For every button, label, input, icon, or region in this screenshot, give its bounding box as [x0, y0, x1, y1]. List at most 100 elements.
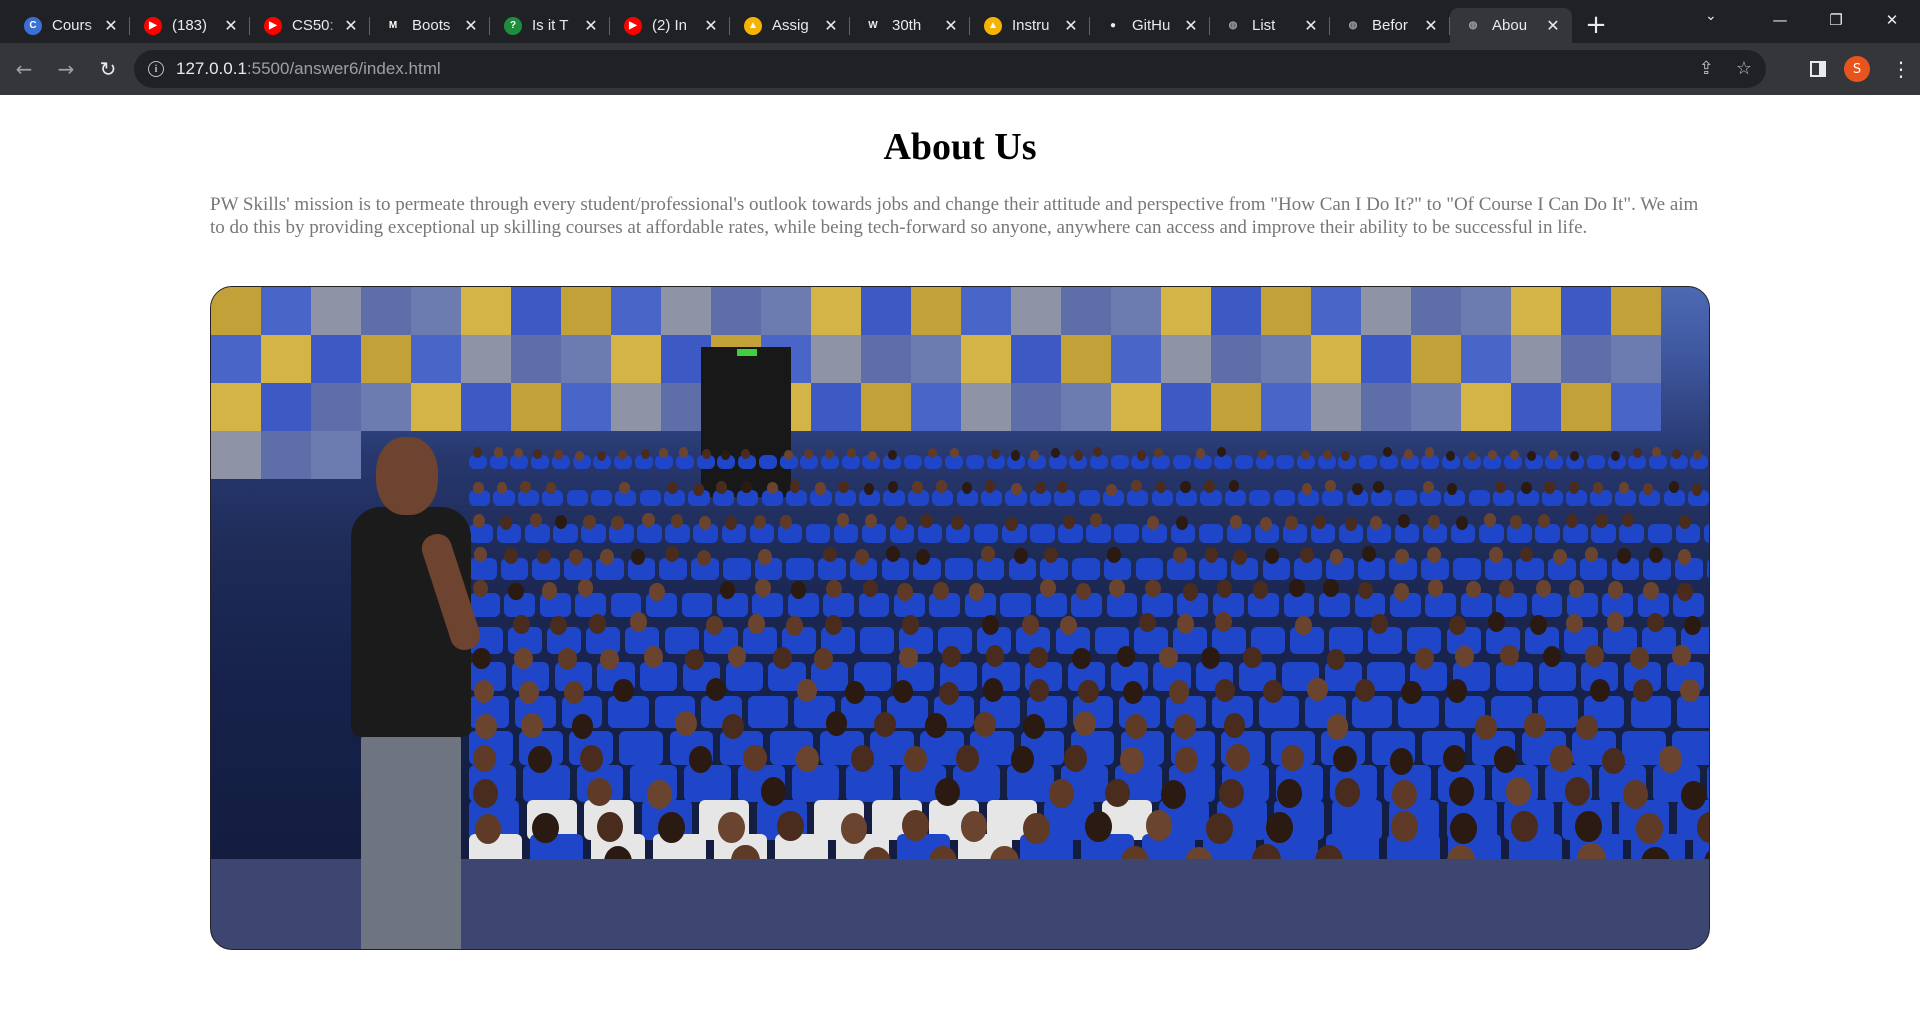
browser-tab[interactable]: ▶ CS50: ✕ [250, 8, 370, 43]
audience-head [840, 813, 868, 844]
wall-panel [961, 287, 1011, 335]
auditorium-seat [953, 765, 1001, 803]
share-icon[interactable]: ⇪ [1699, 58, 1714, 79]
audience-head [699, 515, 712, 530]
forward-arrow-icon[interactable]: → [48, 51, 84, 87]
audience-head [1216, 447, 1226, 458]
auditorium-seat [1479, 523, 1504, 544]
auditorium-seat [858, 592, 890, 618]
browser-toolbar: ← → ↻ i 127.0.0.1:5500/answer6/index.htm… [0, 43, 1920, 95]
close-window-icon[interactable]: ✕ [1864, 11, 1920, 29]
audience-head [1523, 712, 1546, 738]
site-info-icon[interactable]: i [148, 61, 164, 77]
audience-head [776, 810, 804, 842]
browser-tab[interactable]: ◍ List ✕ [1210, 8, 1330, 43]
browser-tab[interactable]: W 30th ✕ [850, 8, 970, 43]
close-tab-icon[interactable]: ✕ [222, 16, 240, 36]
tab-strip: C Cours ✕ ▶ (183) ✕ ▶ CS50: ✕ M Boots ✕? Is it T ✕ ▶ (2… [0, 0, 1920, 43]
bookmark-star-icon[interactable]: ☆ [1736, 58, 1752, 79]
audience-head [1678, 515, 1692, 530]
browser-tab[interactable]: M Boots ✕ [370, 8, 490, 43]
audience-head [984, 480, 996, 493]
browser-tab[interactable]: ? Is it T ✕ [490, 8, 610, 43]
wall-panel [1561, 287, 1611, 335]
auditorium-seat [1198, 523, 1223, 544]
browser-tab[interactable]: ● GitHu ✕ [1090, 8, 1210, 43]
audience-head [1568, 481, 1580, 494]
auditorium-seat [1586, 455, 1605, 470]
tab-title: Abou [1492, 17, 1528, 34]
close-tab-icon[interactable]: ✕ [702, 16, 720, 36]
audience-head [887, 480, 899, 493]
audience-head [1576, 714, 1598, 740]
audience-head [915, 549, 930, 566]
close-tab-icon[interactable]: ✕ [1062, 16, 1080, 36]
audience-head [644, 646, 663, 668]
audience-head [1677, 582, 1693, 601]
browser-tab[interactable]: ◍ Abou ✕ [1450, 8, 1572, 43]
close-tab-icon[interactable]: ✕ [582, 16, 600, 36]
audience-head [1622, 780, 1648, 809]
wall-panel [261, 335, 311, 383]
more-menu-icon[interactable]: ⋮ [1886, 57, 1916, 81]
audience-head [1062, 515, 1075, 530]
audience-head [600, 648, 619, 671]
browser-tab[interactable]: C Cours ✕ [10, 8, 130, 43]
close-tab-icon[interactable]: ✕ [342, 16, 360, 36]
audience-head [767, 481, 778, 494]
audience-head [1125, 713, 1148, 739]
audience-head [1299, 546, 1314, 563]
browser-tab[interactable]: ▲ Instru ✕ [970, 8, 1090, 43]
auditorium-seat [722, 558, 751, 581]
address-bar[interactable]: i 127.0.0.1:5500/answer6/index.html ⇪ ☆ [134, 50, 1766, 88]
auditorium-seat [881, 558, 910, 581]
audience-head [968, 582, 985, 601]
audience-head [1404, 449, 1413, 460]
close-tab-icon[interactable]: ✕ [1422, 16, 1440, 36]
tab-title: CS50: [292, 17, 334, 34]
audience-head [755, 579, 771, 597]
audience-head [1324, 480, 1336, 493]
browser-tab[interactable]: ▶ (2) In ✕ [610, 8, 730, 43]
reload-icon[interactable]: ↻ [90, 51, 126, 87]
side-panel-icon[interactable] [1810, 61, 1826, 77]
wall-panel [611, 335, 661, 383]
minimize-icon[interactable]: — [1752, 11, 1808, 29]
close-tab-icon[interactable]: ✕ [822, 16, 840, 36]
wall-panel [1561, 335, 1611, 383]
audience-head [786, 615, 804, 636]
close-tab-icon[interactable]: ✕ [1544, 16, 1562, 36]
wall-panel [1511, 287, 1561, 335]
audience-head [499, 515, 513, 530]
audience-head [1509, 449, 1519, 460]
audience-head [936, 480, 948, 493]
close-tab-icon[interactable]: ✕ [1302, 16, 1320, 36]
audience-head [790, 581, 807, 599]
restore-icon[interactable]: ❐ [1808, 11, 1864, 29]
close-tab-icon[interactable]: ✕ [1182, 16, 1200, 36]
back-arrow-icon[interactable]: ← [6, 51, 42, 87]
auditorium-seat [945, 558, 973, 581]
audience-head [897, 582, 913, 601]
audience-head [1138, 612, 1156, 633]
new-tab-plus-icon[interactable]: + [1578, 7, 1614, 43]
browser-tab[interactable]: ▶ (183) ✕ [130, 8, 250, 43]
wikipedia-icon: W [868, 20, 878, 31]
wall-panel [711, 287, 761, 335]
audience-head [508, 582, 524, 601]
wall-panel [1611, 335, 1661, 383]
audience-head [685, 648, 705, 670]
close-tab-icon[interactable]: ✕ [462, 16, 480, 36]
audience-head [1073, 711, 1096, 737]
wall-panel [961, 383, 1011, 431]
tab-search-chevron-icon[interactable]: ⌄ [1705, 8, 1717, 24]
audience-head [748, 614, 766, 634]
browser-tab[interactable]: ◍ Befor ✕ [1330, 8, 1450, 43]
audience-head [503, 547, 518, 564]
browser-tab[interactable]: ▲ Assig ✕ [730, 8, 850, 43]
close-tab-icon[interactable]: ✕ [102, 16, 120, 36]
close-tab-icon[interactable]: ✕ [942, 16, 960, 36]
profile-avatar[interactable]: S [1844, 56, 1870, 82]
wall-panel [461, 383, 511, 431]
google-drive-icon: ▲ [744, 16, 762, 35]
